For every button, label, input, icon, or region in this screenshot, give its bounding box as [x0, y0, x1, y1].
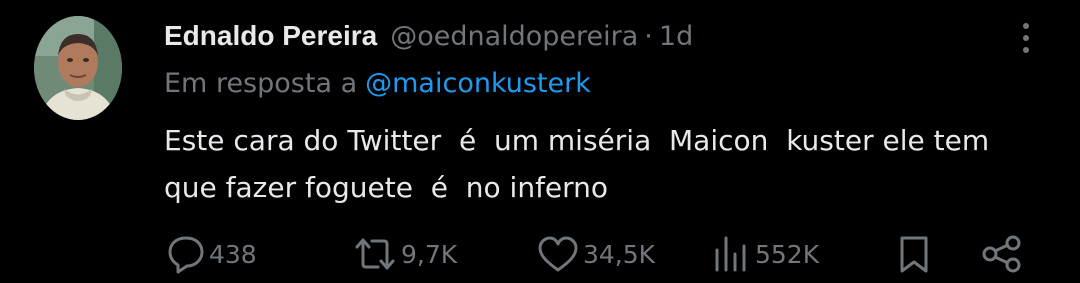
share-button[interactable] [980, 232, 1024, 276]
views-icon [715, 236, 746, 272]
repost-count: 9,7K [401, 239, 458, 269]
reply-button[interactable]: 438 [166, 232, 257, 276]
reply-mention-link[interactable]: @maiconkusterk [365, 68, 591, 99]
repost-icon [355, 238, 395, 270]
reply-prefix: Em resposta a [164, 68, 358, 99]
tweet-timestamp[interactable]: 1d [659, 21, 693, 52]
header-separator: · [644, 20, 653, 52]
like-icon [538, 236, 578, 272]
reply-context: Em resposta a @maiconkusterk [164, 68, 591, 99]
reply-count: 438 [209, 239, 257, 269]
tweet-header: Ednaldo Pereira @oednaldopereira · 1d [164, 14, 693, 58]
views-button[interactable]: 552K [712, 232, 819, 276]
author-handle[interactable]: @oednaldopereira [390, 21, 638, 52]
share-icon [982, 235, 1021, 273]
like-button[interactable]: 34,5K [536, 232, 655, 276]
more-vertical-icon [1023, 23, 1029, 53]
bookmark-icon [900, 236, 928, 273]
bookmark-button[interactable] [894, 232, 934, 276]
avatar-photo [34, 16, 122, 120]
reply-icon [168, 236, 204, 274]
author-name[interactable]: Ednaldo Pereira [164, 20, 377, 52]
repost-button[interactable]: 9,7K [352, 232, 457, 276]
views-count: 552K [755, 239, 820, 269]
avatar[interactable] [34, 16, 122, 120]
tweet-text: Este cara do Twitter é um miséria Maicon… [164, 124, 990, 204]
more-options-button[interactable] [1011, 18, 1041, 58]
like-count: 34,5K [583, 239, 656, 269]
